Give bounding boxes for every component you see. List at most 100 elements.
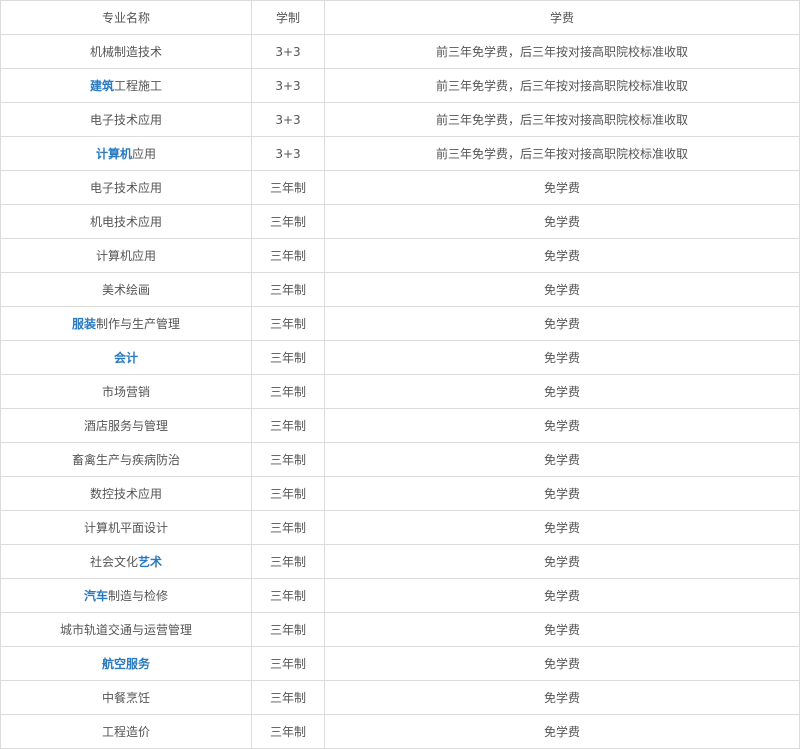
major-name-text: 工程施工: [114, 79, 163, 93]
fee-cell: 免学费: [324, 544, 800, 579]
major-name-text: 社会文化: [89, 555, 138, 569]
fee-cell: 免学费: [324, 612, 800, 647]
duration-cell: 三年制: [251, 306, 325, 341]
duration-cell: 三年制: [251, 680, 325, 715]
table-row: 社会文化艺术 三年制 免学费: [0, 544, 800, 579]
table-row: 美术绘画 三年制 免学费: [0, 272, 800, 307]
duration-cell: 三年制: [251, 408, 325, 443]
duration-cell: 3+3: [251, 34, 325, 69]
table-row: 机电技术应用 三年制 免学费: [0, 204, 800, 239]
major-name-cell: 社会文化艺术: [0, 544, 252, 579]
major-name-text: 制作与生产管理: [96, 317, 181, 331]
fee-cell: 免学费: [324, 680, 800, 715]
fee-cell: 免学费: [324, 238, 800, 273]
major-keyword-link[interactable]: 会计: [114, 351, 138, 365]
table-row: 建筑工程施工 3+3 前三年免学费，后三年按对接高职院校标准收取: [0, 68, 800, 103]
fee-cell: 免学费: [324, 272, 800, 307]
duration-cell: 三年制: [251, 510, 325, 545]
major-keyword-link[interactable]: 汽车: [84, 589, 108, 603]
major-name-cell: 美术绘画: [0, 272, 252, 307]
major-name-cell: 工程造价: [0, 714, 252, 749]
table-row: 市场营销 三年制 免学费: [0, 374, 800, 409]
major-keyword-link[interactable]: 服装: [72, 317, 96, 331]
table-row: 计算机平面设计 三年制 免学费: [0, 510, 800, 545]
duration-cell: 3+3: [251, 102, 325, 137]
major-name-text: 酒店服务与管理: [83, 419, 168, 433]
header-duration: 学制: [251, 0, 325, 35]
table-row: 电子技术应用 三年制 免学费: [0, 170, 800, 205]
table-row: 电子技术应用 3+3 前三年免学费，后三年按对接高职院校标准收取: [0, 102, 800, 137]
major-fee-table: 专业名称 学制 学费 机械制造技术 3+3 前三年免学费，后三年按对接高职院校标准收…: [0, 0, 800, 749]
table-row: 工程造价 三年制 免学费: [0, 714, 800, 749]
table-row: 会计 三年制 免学费: [0, 340, 800, 375]
header-major-name: 专业名称: [0, 0, 252, 35]
table-row: 汽车制造与检修 三年制 免学费: [0, 578, 800, 613]
duration-cell: 三年制: [251, 238, 325, 273]
major-name-cell: 计算机应用: [0, 238, 252, 273]
major-name-cell: 城市轨道交通与运营管理: [0, 612, 252, 647]
table-row: 服装制作与生产管理 三年制 免学费: [0, 306, 800, 341]
fee-cell: 免学费: [324, 170, 800, 205]
major-name-cell: 酒店服务与管理: [0, 408, 252, 443]
fee-cell: 免学费: [324, 374, 800, 409]
major-name-cell: 会计: [0, 340, 252, 375]
table-row: 机械制造技术 3+3 前三年免学费，后三年按对接高职院校标准收取: [0, 34, 800, 69]
major-name-text: 应用: [132, 147, 157, 161]
duration-cell: 3+3: [251, 68, 325, 103]
major-name-text: 工程造价: [101, 725, 150, 739]
major-name-text: 中餐烹饪: [101, 691, 150, 705]
major-name-cell: 建筑工程施工: [0, 68, 252, 103]
table-row: 酒店服务与管理 三年制 免学费: [0, 408, 800, 443]
major-name-text: 数控技术应用: [89, 487, 162, 501]
fee-cell: 免学费: [324, 510, 800, 545]
major-name-cell: 航空服务: [0, 646, 252, 681]
duration-cell: 三年制: [251, 544, 325, 579]
fee-cell: 免学费: [324, 408, 800, 443]
table-row: 数控技术应用 三年制 免学费: [0, 476, 800, 511]
major-keyword-link[interactable]: 航空服务: [102, 657, 150, 671]
major-name-cell: 汽车制造与检修: [0, 578, 252, 613]
table-row: 计算机应用 三年制 免学费: [0, 238, 800, 273]
fee-cell: 前三年免学费，后三年按对接高职院校标准收取: [324, 68, 800, 103]
fee-cell: 免学费: [324, 204, 800, 239]
duration-cell: 三年制: [251, 204, 325, 239]
header-fee: 学费: [324, 0, 800, 35]
major-name-text: 电子技术应用: [89, 181, 162, 195]
fee-cell: 免学费: [324, 442, 800, 477]
major-name-text: 机械制造技术: [89, 45, 162, 59]
fee-cell: 免学费: [324, 646, 800, 681]
major-name-cell: 机电技术应用: [0, 204, 252, 239]
duration-cell: 三年制: [251, 646, 325, 681]
fee-cell: 免学费: [324, 714, 800, 749]
fee-cell: 免学费: [324, 578, 800, 613]
duration-cell: 三年制: [251, 612, 325, 647]
duration-cell: 三年制: [251, 442, 325, 477]
duration-cell: 三年制: [251, 170, 325, 205]
major-name-text: 计算机平面设计: [83, 521, 168, 535]
major-keyword-link[interactable]: 建筑: [90, 79, 114, 93]
major-name-cell: 电子技术应用: [0, 102, 252, 137]
fee-cell: 免学费: [324, 340, 800, 375]
duration-cell: 三年制: [251, 714, 325, 749]
major-name-cell: 计算机平面设计: [0, 510, 252, 545]
table-row: 计算机应用 3+3 前三年免学费，后三年按对接高职院校标准收取: [0, 136, 800, 171]
major-name-text: 计算机应用: [95, 249, 156, 263]
major-keyword-link[interactable]: 艺术: [138, 555, 162, 569]
table-row: 航空服务 三年制 免学费: [0, 646, 800, 681]
table-row: 城市轨道交通与运营管理 三年制 免学费: [0, 612, 800, 647]
duration-cell: 三年制: [251, 374, 325, 409]
duration-cell: 3+3: [251, 136, 325, 171]
major-name-text: 城市轨道交通与运营管理: [59, 623, 192, 637]
duration-cell: 三年制: [251, 272, 325, 307]
major-name-text: 市场营销: [101, 385, 150, 399]
major-keyword-link[interactable]: 计算机: [96, 147, 132, 161]
table-header-row: 专业名称 学制 学费: [0, 0, 800, 35]
major-name-text: 畜禽生产与疾病防治: [71, 453, 180, 467]
fee-cell: 免学费: [324, 306, 800, 341]
major-name-cell: 畜禽生产与疾病防治: [0, 442, 252, 477]
major-name-cell: 市场营销: [0, 374, 252, 409]
major-name-cell: 电子技术应用: [0, 170, 252, 205]
major-name-cell: 计算机应用: [0, 136, 252, 171]
fee-cell: 免学费: [324, 476, 800, 511]
table-row: 中餐烹饪 三年制 免学费: [0, 680, 800, 715]
